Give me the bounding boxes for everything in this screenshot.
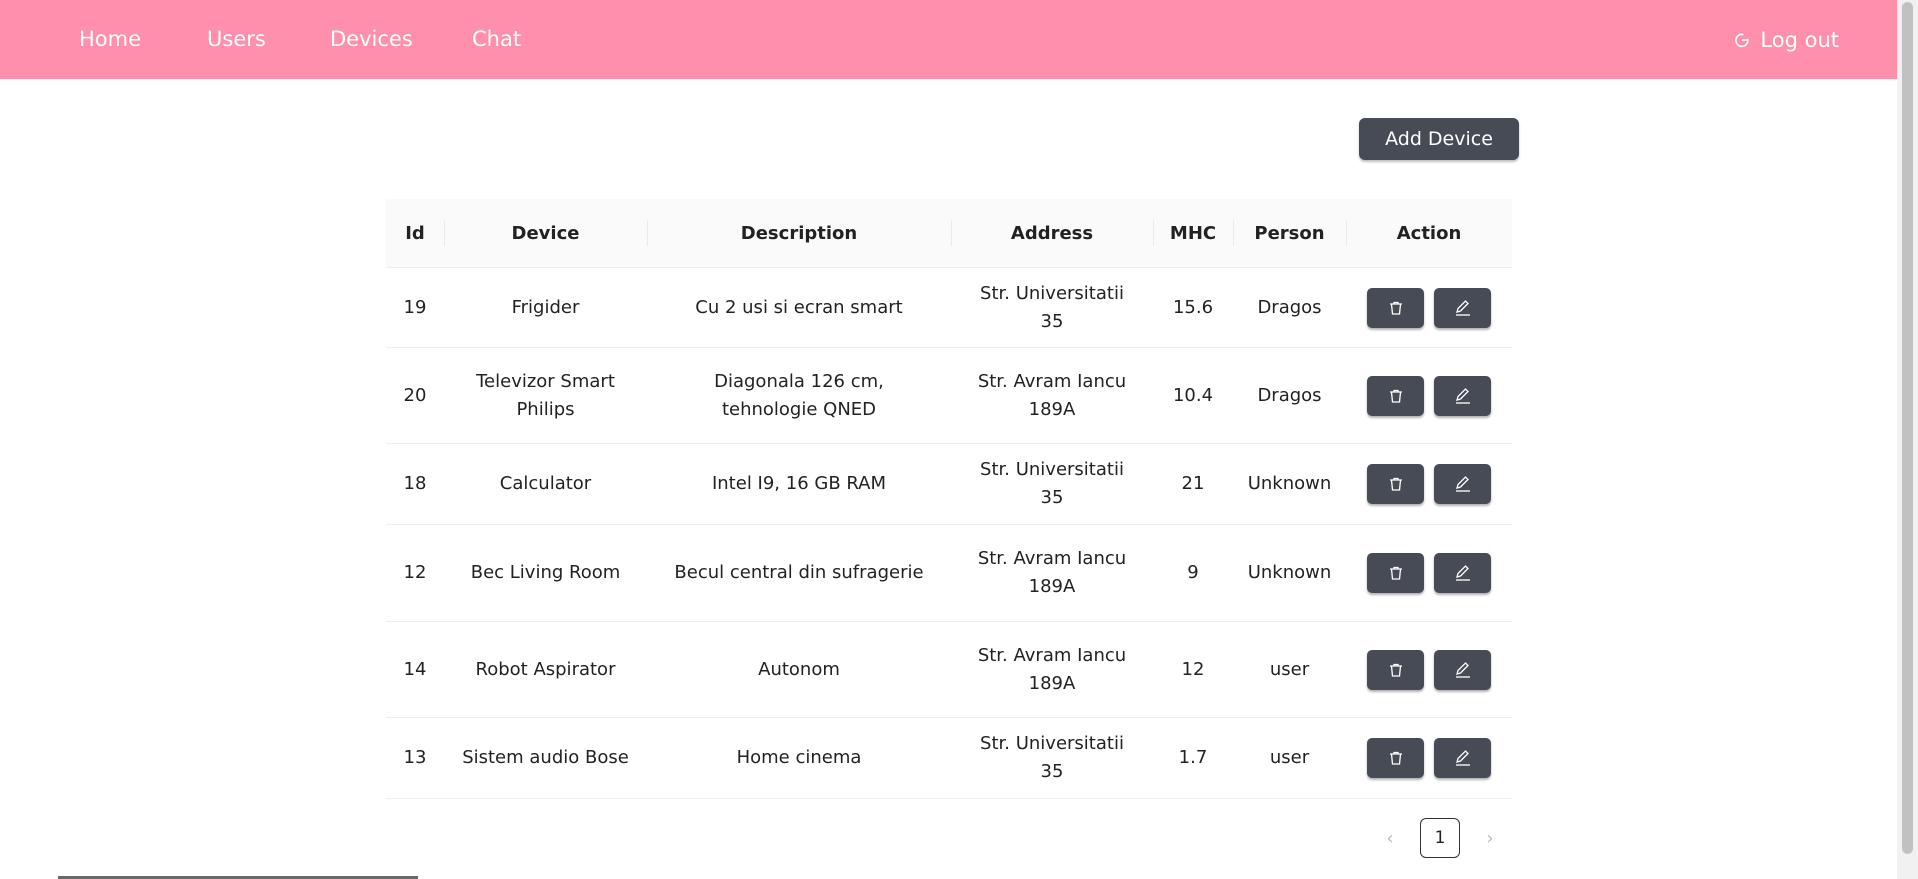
edit-icon (1455, 750, 1470, 766)
cell-address: Str. Universitatii 35 (980, 733, 1124, 782)
cell-mhc: 1.7 (1178, 747, 1208, 768)
page-number-button[interactable]: 1 (1420, 818, 1460, 858)
top-navbar: Home Users Devices Chat Log out (0, 0, 1897, 79)
delete-button[interactable] (1367, 375, 1424, 416)
trash-icon (1389, 566, 1402, 580)
cell-person: Dragos (1257, 296, 1322, 318)
trash-icon (1389, 389, 1402, 403)
header-description: Description (647, 199, 951, 267)
delete-button[interactable] (1367, 464, 1424, 504)
cell-mhc: 10.4 (1172, 384, 1214, 406)
cell-address: Str. Avram Iancu 189A (977, 370, 1127, 420)
edit-icon (1455, 299, 1470, 316)
cell-id: 19 (403, 296, 427, 318)
cell-address: Str. Avram Iancu 189A (977, 644, 1127, 694)
table-row: 14 Robot Aspirator Autonom Str. Avram Ia… (386, 622, 1512, 718)
cell-device: Frigider (511, 296, 580, 318)
cell-mhc: 21 (1181, 473, 1205, 494)
table-header: Id Device Description Address MHC Person… (386, 199, 1512, 268)
cell-id: 13 (403, 747, 427, 768)
cell-description: Cu 2 usi si ecran smart (695, 296, 903, 318)
cell-actions (1346, 622, 1512, 717)
scrollbar-thumb[interactable] (1902, 2, 1913, 854)
table-row: 20 Televizor Smart Philips Diagonala 126… (386, 348, 1512, 444)
cell-device: Televizor Smart Philips (476, 370, 615, 420)
delete-button[interactable] (1367, 738, 1424, 778)
header-person: Person (1233, 199, 1346, 267)
header-address: Address (951, 199, 1153, 267)
header-mhc: MHC (1153, 199, 1233, 267)
cell-address: Str. Avram Iancu 189A (977, 548, 1127, 597)
cell-actions (1346, 525, 1512, 621)
cell-actions (1346, 718, 1512, 798)
cell-id: 12 (403, 562, 427, 583)
cell-person: Dragos (1257, 384, 1322, 406)
cell-id: 18 (403, 473, 427, 494)
trash-icon (1389, 301, 1402, 315)
header-device: Device (444, 199, 647, 267)
edit-button[interactable] (1434, 553, 1491, 593)
cell-description: Autonom (758, 658, 840, 680)
delete-button[interactable] (1367, 287, 1424, 328)
nav-users[interactable]: Users (207, 0, 266, 79)
cell-device: Bec Living Room (470, 562, 621, 583)
vertical-scrollbar[interactable] (1897, 0, 1918, 879)
cell-mhc: 15.6 (1172, 296, 1214, 318)
cell-actions (1346, 444, 1512, 524)
cell-description: Diagonala 126 cm, tehnologie QNED (714, 370, 884, 420)
edit-icon (1455, 565, 1470, 581)
edit-button[interactable] (1434, 464, 1491, 504)
table-row: 18 Calculator Intel I9, 16 GB RAM Str. U… (386, 444, 1512, 525)
cell-person: Unknown (1247, 473, 1332, 494)
logout-icon (1735, 33, 1750, 47)
cell-id: 20 (403, 384, 427, 406)
cell-description: Becul central din sufragerie (674, 562, 924, 583)
devices-page: Home Users Devices Chat Log out Add Devi… (0, 0, 1918, 879)
next-page-button[interactable]: › (1470, 818, 1510, 858)
cell-person: Unknown (1247, 562, 1332, 583)
edit-button[interactable] (1434, 287, 1491, 328)
table-row: 13 Sistem audio Bose Home cinema Str. Un… (386, 718, 1512, 799)
cell-description: Intel I9, 16 GB RAM (711, 473, 887, 494)
header-action: Action (1346, 199, 1512, 267)
edit-button[interactable] (1434, 649, 1491, 690)
edit-icon (1455, 476, 1470, 492)
cell-address: Str. Universitatii 35 (980, 459, 1124, 508)
edit-button[interactable] (1434, 738, 1491, 778)
cell-person: user (1269, 747, 1310, 768)
edit-button[interactable] (1434, 375, 1491, 416)
edit-icon (1455, 387, 1470, 404)
cell-address: Str. Universitatii 35 (980, 282, 1124, 332)
edit-icon (1455, 661, 1470, 678)
cell-device: Calculator (499, 473, 592, 494)
devices-table: Id Device Description Address MHC Person… (386, 199, 1512, 799)
prev-page-button[interactable]: ‹ (1370, 818, 1410, 858)
nav-devices[interactable]: Devices (330, 0, 413, 79)
trash-icon (1389, 751, 1402, 765)
delete-button[interactable] (1367, 553, 1424, 593)
trash-icon (1389, 663, 1402, 677)
cell-person: user (1269, 658, 1310, 680)
cell-description: Home cinema (736, 747, 862, 768)
cell-actions (1346, 348, 1512, 443)
logout-label: Log out (1760, 27, 1839, 52)
add-device-button[interactable]: Add Device (1359, 118, 1519, 160)
logout-button[interactable]: Log out (1734, 0, 1839, 79)
cell-device: Robot Aspirator (475, 658, 616, 680)
cell-device: Sistem audio Bose (462, 747, 629, 768)
table-row: 19 Frigider Cu 2 usi si ecran smart Str.… (386, 268, 1512, 348)
header-id: Id (405, 222, 425, 244)
trash-icon (1389, 477, 1402, 491)
pagination: ‹ 1 › (1370, 818, 1510, 858)
cell-mhc: 9 (1187, 562, 1199, 583)
cell-actions (1346, 268, 1512, 347)
cell-mhc: 12 (1181, 658, 1205, 680)
delete-button[interactable] (1367, 649, 1424, 690)
nav-home[interactable]: Home (79, 0, 141, 79)
table-row: 12 Bec Living Room Becul central din suf… (386, 525, 1512, 622)
nav-chat[interactable]: Chat (472, 0, 521, 79)
cell-id: 14 (403, 658, 427, 680)
